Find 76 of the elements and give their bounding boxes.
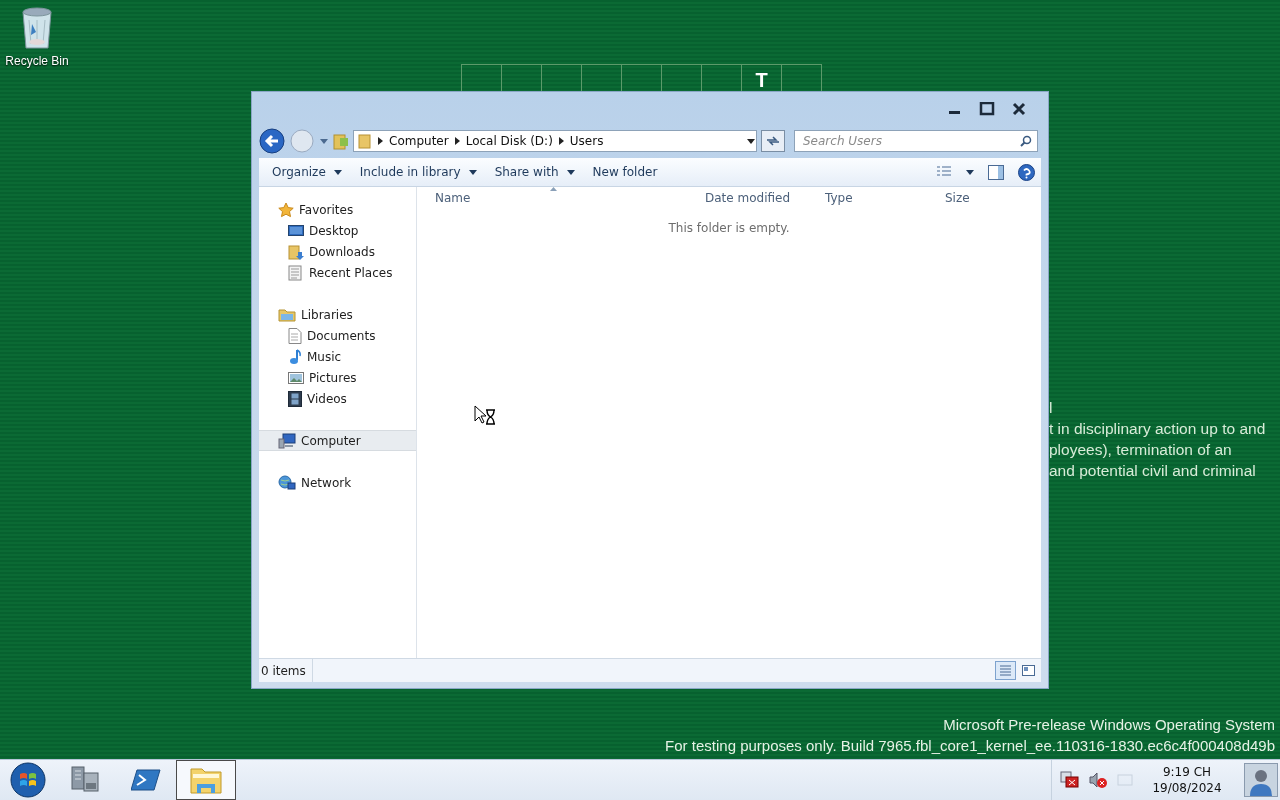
computer-icon (278, 432, 296, 449)
desktop-icon (288, 223, 304, 238)
list-page-icon (288, 264, 304, 281)
film-strip-icon (288, 390, 302, 407)
document-icon (288, 327, 302, 344)
toolbar-button[interactable]: Include in library (352, 162, 484, 182)
search-field[interactable]: Search Users (794, 130, 1038, 152)
music-note-icon (288, 348, 302, 365)
speaker-muted-icon[interactable] (1088, 771, 1108, 789)
details-view-icon (999, 665, 1012, 676)
clock[interactable]: 9:19 CH 19/08/2024 (1142, 764, 1232, 796)
nav-item[interactable]: Favorites (259, 199, 416, 220)
column-header[interactable]: Size (927, 187, 1041, 209)
nav-item[interactable]: Music (259, 346, 416, 367)
breadcrumb[interactable]: Local Disk (D:) (465, 134, 553, 148)
background-text-line: l (1049, 398, 1054, 418)
busy-cursor-icon (474, 405, 497, 427)
clock-time: 9:19 CH (1162, 764, 1212, 780)
dropdown-caret-icon[interactable] (746, 137, 756, 145)
nav-item[interactable]: Network (259, 472, 416, 493)
background-text-line: t in disciplinary action up to and (1049, 419, 1266, 439)
nav-item[interactable]: Libraries (259, 304, 416, 325)
caret-icon[interactable] (966, 169, 974, 175)
network-error-icon[interactable] (1060, 771, 1080, 789)
star-icon (278, 201, 294, 218)
breadcrumb-arrow-icon[interactable] (558, 137, 564, 145)
column-header[interactable]: Date modified (687, 187, 807, 209)
tiles-view-icon (1022, 665, 1035, 676)
toolbar-button[interactable]: New folder (585, 162, 665, 182)
terminal-icon (131, 768, 161, 792)
picture-frame-icon (288, 370, 304, 385)
back-button-icon[interactable] (259, 128, 285, 154)
search-icon[interactable] (1020, 135, 1032, 147)
nav-item[interactable]: Computer (259, 430, 416, 451)
preview-pane-icon[interactable] (988, 164, 1004, 180)
start-button-icon[interactable] (10, 762, 46, 798)
tile-letter: T (755, 69, 768, 91)
network-icon (278, 474, 296, 491)
maximize-icon[interactable] (979, 102, 995, 116)
help-icon[interactable] (1018, 163, 1035, 181)
folder-icon (358, 133, 372, 149)
toolbar-button[interactable]: Share with (487, 162, 582, 182)
nav-item[interactable]: Recent Places (259, 262, 416, 283)
nav-item[interactable]: Documents (259, 325, 416, 346)
taskbar-button[interactable] (176, 760, 236, 800)
breadcrumb-arrow-icon[interactable] (454, 137, 460, 145)
breadcrumb-arrow-icon[interactable] (378, 137, 383, 145)
build-notice-line: For testing purposes only. Build 7965.fbl_core1_kernel_ee.110316-1830.ec6c4f000408d49b (665, 736, 1275, 756)
column-header[interactable]: Name (417, 187, 687, 209)
icon-label: Recycle Bin (5, 54, 69, 68)
user-avatar-icon[interactable] (1244, 763, 1278, 797)
address-bar[interactable]: Computer Local Disk (D:) Users (353, 130, 757, 152)
column-header[interactable]: Type (807, 187, 927, 209)
toolbar-button[interactable]: Organize (265, 162, 349, 182)
caret-icon (468, 169, 477, 175)
folder-arrow-icon (288, 243, 304, 260)
nav-item[interactable]: Desktop (259, 220, 416, 241)
empty-folder-message: This folder is empty. (668, 221, 790, 235)
nav-item[interactable]: Pictures (259, 367, 416, 388)
breadcrumb[interactable]: Users (569, 134, 604, 148)
background-text-line: ployees), termination of an (1049, 440, 1233, 460)
library-folder-icon (278, 307, 296, 322)
refresh-button[interactable] (761, 130, 785, 152)
build-notice-line: Microsoft Pre-release Windows Operating System (943, 715, 1275, 735)
refresh-arrows-icon (765, 135, 781, 147)
caret-icon (566, 169, 575, 175)
clock-date: 19/08/2024 (1152, 780, 1222, 796)
item-count: 0 items (259, 659, 313, 682)
close-icon[interactable] (1011, 102, 1027, 116)
folder-icon (189, 765, 223, 795)
background-text-line: and potential civil and criminal (1049, 461, 1257, 481)
nav-item[interactable]: Downloads (259, 241, 416, 262)
server-icon (70, 765, 102, 795)
breadcrumb[interactable]: Computer (389, 134, 449, 148)
caret-icon (333, 169, 342, 175)
nav-item[interactable]: Videos (259, 388, 416, 409)
